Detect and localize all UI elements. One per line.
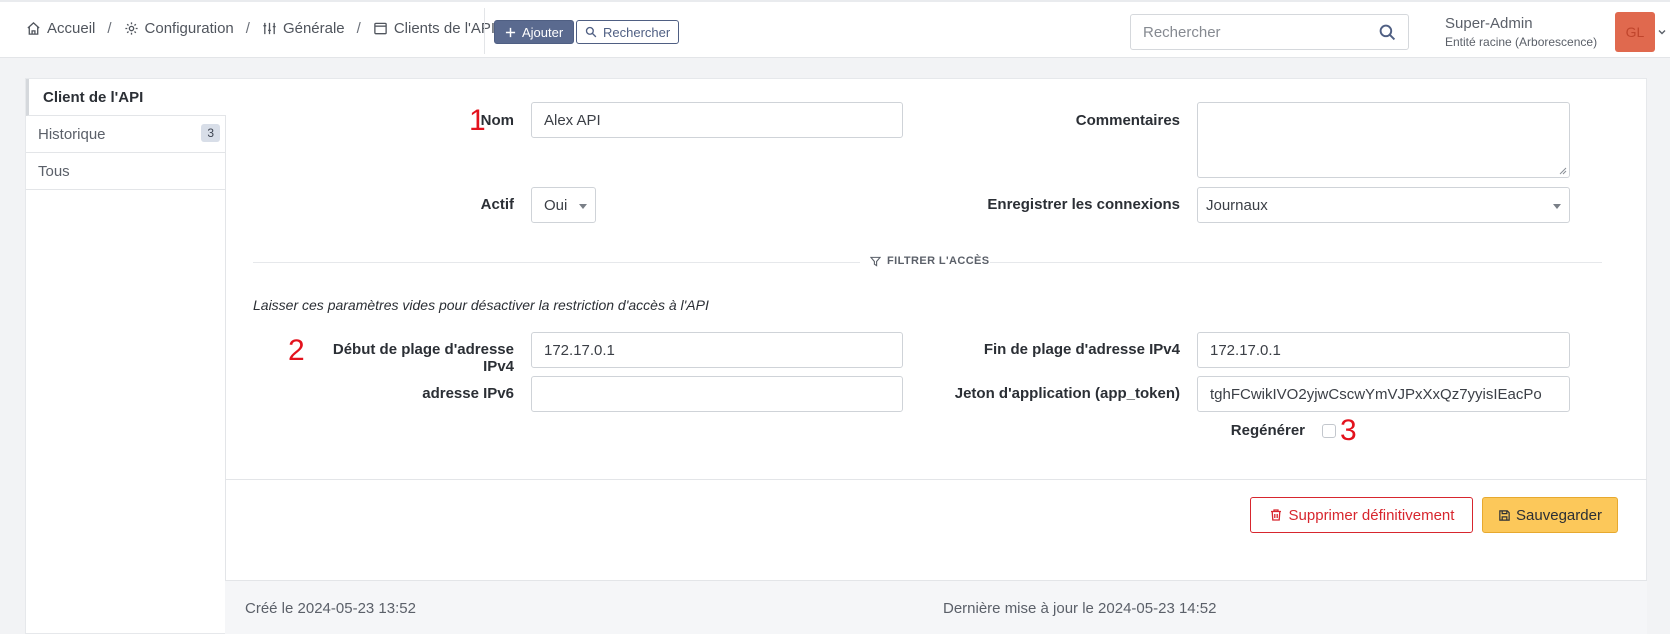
- delete-permanently-button[interactable]: Supprimer définitivement: [1250, 497, 1473, 533]
- filter-title-text: FILTRER L'ACCÈS: [887, 255, 990, 267]
- top-bar: Accueil / Configuration / Générale / Cli…: [0, 0, 1670, 58]
- breadcrumb-configuration-label: Configuration: [144, 20, 234, 37]
- caret-down-icon: [579, 204, 587, 209]
- ipv6-field[interactable]: [531, 376, 903, 412]
- home-icon: [27, 21, 40, 35]
- ipv4-end-label: Fin de plage d'adresse IPv4: [983, 341, 1180, 358]
- regenerate-label: Regénérer: [1230, 422, 1305, 439]
- comments-label: Commentaires: [1075, 112, 1180, 129]
- tab-history[interactable]: Historique 3: [26, 116, 226, 153]
- header-divider: [484, 8, 485, 54]
- global-search: [1130, 14, 1409, 50]
- ipv6-label: adresse IPv6: [422, 385, 514, 402]
- filter-hint: Laisser ces paramètres vides pour désact…: [253, 297, 709, 313]
- user-menu[interactable]: Super-Admin Entité racine (Arborescence): [1445, 15, 1597, 49]
- filter-icon: [870, 256, 881, 267]
- search-input[interactable]: [1131, 15, 1361, 49]
- breadcrumb-api-clients[interactable]: Clients de l'API: [373, 20, 495, 37]
- section-divider: [990, 262, 1602, 263]
- created-date: Créé le 2024-05-23 13:52: [245, 600, 416, 617]
- app-token-value: tghFCwikIVO2yjwCscwYmVJPxXxQz7yyisIEacPo: [1210, 385, 1542, 403]
- log-connections-label: Enregistrer les connexions: [987, 196, 1180, 213]
- save-button-label: Sauvegarder: [1516, 506, 1602, 524]
- plus-icon: [505, 27, 516, 37]
- search-button[interactable]: Rechercher: [576, 20, 680, 44]
- content-border: [225, 116, 226, 634]
- add-button[interactable]: Ajouter: [494, 20, 575, 44]
- save-icon: [1499, 509, 1510, 521]
- ipv4-end-field[interactable]: 172.17.0.1: [1197, 332, 1570, 368]
- ipv4-start-label: Début de plage d'adresse IPv4: [332, 341, 514, 375]
- tab-label: Client de l'API: [43, 88, 144, 106]
- name-label: Nom: [480, 112, 514, 129]
- actions-separator: [225, 479, 1647, 480]
- filter-section-title: FILTRER L'ACCÈS: [870, 255, 990, 267]
- active-label: Actif: [480, 196, 514, 213]
- tab-api-client[interactable]: Client de l'API: [26, 79, 226, 116]
- updated-date: Dernière mise à jour le 2024-05-23 14:52: [943, 600, 1217, 617]
- gear-icon: [124, 22, 138, 35]
- log-connections-value: Journaux: [1206, 196, 1268, 214]
- resize-handle-icon[interactable]: [1559, 167, 1567, 175]
- app-token-label: Jeton d'application (app_token): [954, 385, 1180, 402]
- regenerate-checkbox[interactable]: [1322, 424, 1336, 438]
- tab-label: Historique: [38, 125, 106, 143]
- section-divider: [253, 262, 860, 263]
- tab-label: Tous: [38, 162, 70, 180]
- name-value: Alex API: [544, 111, 601, 129]
- avatar[interactable]: GL: [1615, 12, 1655, 52]
- window-icon: [374, 22, 387, 35]
- sliders-icon: [263, 22, 276, 35]
- delete-button-label: Supprimer définitivement: [1288, 506, 1455, 524]
- search-icon: [585, 26, 597, 38]
- chevron-down-icon[interactable]: [1657, 27, 1667, 37]
- ipv4-start-field[interactable]: 172.17.0.1: [531, 332, 903, 368]
- user-entity: Entité racine (Arborescence): [1445, 35, 1598, 49]
- breadcrumb-home[interactable]: Accueil: [26, 20, 95, 37]
- breadcrumb-home-label: Accueil: [47, 20, 96, 37]
- trash-icon: [1270, 509, 1281, 521]
- user-name: Super-Admin: [1445, 15, 1533, 32]
- comments-field[interactable]: [1197, 102, 1570, 178]
- log-connections-select[interactable]: Journaux: [1197, 187, 1570, 223]
- breadcrumb-separator: /: [245, 20, 250, 37]
- tab-all[interactable]: Tous: [26, 153, 226, 190]
- breadcrumb-separator: /: [107, 20, 112, 37]
- add-button-label: Ajouter: [522, 24, 564, 40]
- active-value: Oui: [544, 196, 568, 214]
- save-button[interactable]: Sauvegarder: [1482, 497, 1618, 533]
- record-footer: Créé le 2024-05-23 13:52 Dernière mise à…: [225, 581, 1647, 634]
- ipv4-end-value: 172.17.0.1: [1210, 341, 1281, 359]
- breadcrumb-general[interactable]: Générale: [262, 20, 345, 37]
- caret-down-icon: [1553, 204, 1561, 209]
- search-icon[interactable]: [1379, 24, 1396, 41]
- ipv4-start-value: 172.17.0.1: [544, 341, 615, 359]
- active-select[interactable]: Oui: [531, 187, 596, 223]
- breadcrumb-separator: /: [356, 20, 361, 37]
- breadcrumb-configuration[interactable]: Configuration: [124, 20, 234, 37]
- tab-list: Client de l'API Historique 3 Tous: [26, 79, 226, 190]
- breadcrumb-general-label: Générale: [282, 20, 345, 37]
- name-field[interactable]: Alex API: [531, 102, 903, 138]
- app-token-field[interactable]: tghFCwikIVO2yjwCscwYmVJPxXxQz7yyisIEacPo: [1197, 376, 1570, 412]
- breadcrumb-api-clients-label: Clients de l'API: [393, 20, 496, 37]
- annotation-marker-3: 3: [1340, 414, 1357, 447]
- search-button-label: Rechercher: [603, 24, 671, 40]
- breadcrumb: Accueil / Configuration / Générale / Cli…: [26, 20, 495, 37]
- history-count-badge: 3: [201, 124, 220, 142]
